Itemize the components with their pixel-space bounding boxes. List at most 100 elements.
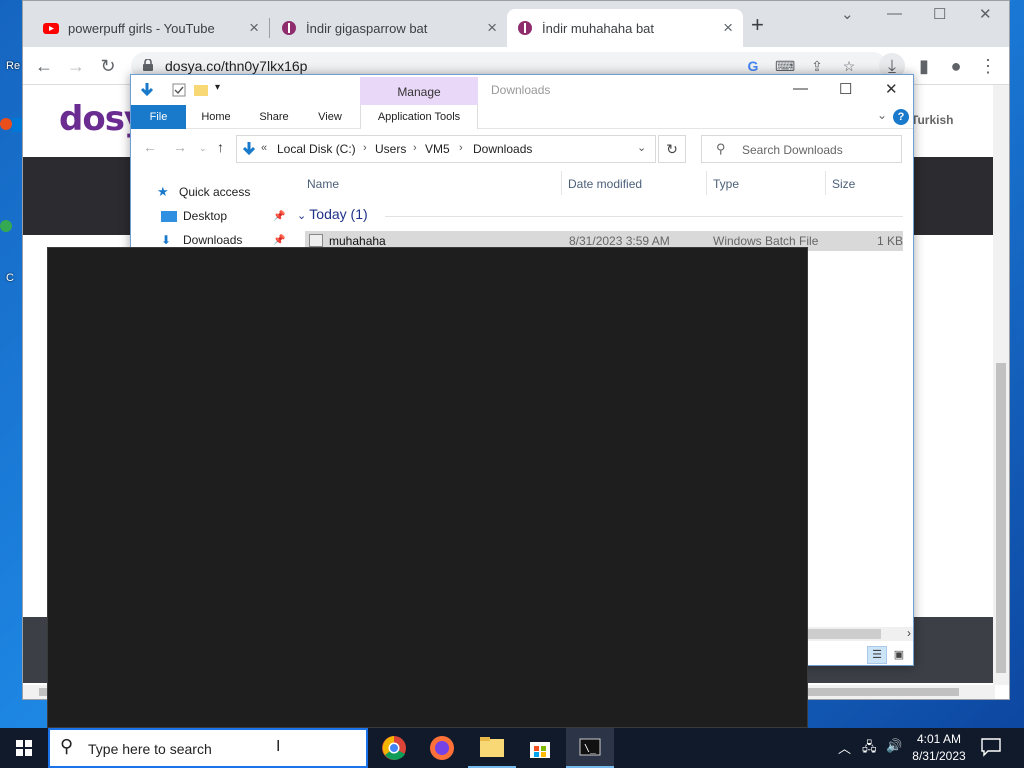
ribbon-tab-share[interactable]: Share (249, 105, 299, 129)
desktop-app-icon[interactable] (0, 110, 22, 138)
breadcrumb-overflow[interactable]: « (261, 142, 267, 154)
desktop-icon (161, 210, 177, 222)
language-selector[interactable]: Turkish (911, 113, 953, 127)
column-header-type[interactable]: Type (713, 177, 739, 191)
back-icon[interactable]: ← (143, 139, 157, 155)
minimize-icon[interactable]: — (887, 5, 902, 22)
start-button[interactable] (0, 728, 48, 768)
search-placeholder: Search Downloads (742, 143, 843, 157)
minimize-icon[interactable]: — (793, 80, 808, 97)
tab-gigasparrow[interactable]: İndir gigasparrow bat × (271, 9, 507, 47)
new-tab-button[interactable]: + (751, 14, 764, 36)
column-header-size[interactable]: Size (832, 177, 855, 191)
breadcrumb-users[interactable]: Users (375, 142, 406, 156)
lock-icon (143, 59, 153, 71)
clock-date: 8/31/2023 (912, 749, 966, 763)
new-folder-icon[interactable] (193, 82, 209, 98)
close-window-icon[interactable]: ✕ (885, 80, 898, 98)
nav-quick-access[interactable]: ★ Quick access (157, 185, 250, 200)
close-tab-icon[interactable]: × (487, 19, 497, 36)
column-separator (825, 171, 826, 195)
refresh-button[interactable]: ↻ (658, 135, 686, 163)
ribbon-tab-view[interactable]: View (305, 105, 355, 129)
breadcrumb-local-disk[interactable]: Local Disk (C:) (277, 142, 356, 156)
close-window-icon[interactable]: ✕ (979, 5, 992, 23)
forward-icon[interactable]: → (173, 139, 187, 155)
close-tab-icon[interactable]: × (249, 19, 259, 36)
download-folder-icon[interactable] (139, 82, 155, 98)
tab-strip: powerpuff girls - YouTube × İndir gigasp… (23, 1, 1009, 47)
close-tab-icon[interactable]: × (723, 19, 733, 36)
tab-search-icon[interactable]: ⌄ (841, 5, 854, 23)
profile-icon[interactable]: ● (943, 53, 969, 79)
network-icon[interactable]: 🖧 (862, 738, 877, 760)
chevron-down-icon[interactable]: ⌄ (637, 141, 646, 154)
tab-muhahaha[interactable]: İndir muhahaha bat × (507, 9, 743, 47)
manage-contextual-tab[interactable]: Manage (360, 77, 478, 105)
ribbon-tabs: File Home Share View Application Tools ⌄… (131, 105, 913, 129)
forward-icon[interactable]: → (63, 53, 89, 79)
pin-icon[interactable]: 📌 (273, 211, 285, 222)
search-icon: ⚲ (716, 141, 726, 156)
bookmark-star-icon[interactable]: ☆ (839, 56, 859, 76)
ribbon-tab-application-tools[interactable]: Application Tools (360, 105, 478, 129)
scroll-thumb[interactable] (996, 363, 1006, 673)
file-name: muhahaha (329, 234, 386, 248)
nav-downloads[interactable]: ⬇ Downloads (161, 233, 242, 247)
column-header-date[interactable]: Date modified (568, 177, 642, 191)
up-icon[interactable]: ↑ (217, 139, 224, 155)
chrome-taskbar-icon[interactable] (370, 728, 418, 768)
ribbon-tab-home[interactable]: Home (191, 105, 241, 129)
properties-icon[interactable] (171, 82, 187, 98)
column-header-name[interactable]: Name (307, 177, 339, 191)
pin-icon[interactable]: 📌 (273, 235, 285, 246)
details-view-icon[interactable]: ☰ (867, 646, 887, 664)
notification-icon[interactable] (980, 737, 1002, 757)
group-label: Today (1) (309, 206, 368, 222)
maximize-icon[interactable]: ☐ (933, 5, 946, 23)
chevron-right-icon[interactable]: › (413, 142, 417, 154)
share-icon[interactable]: ⇪ (807, 56, 827, 76)
desktop-app-icon-2[interactable] (0, 212, 22, 240)
console-taskbar-icon[interactable]: \_ (566, 728, 614, 768)
translate-icon[interactable]: ⌨ (775, 56, 795, 76)
file-explorer-taskbar-icon[interactable] (468, 728, 516, 768)
breadcrumb-downloads[interactable]: Downloads (473, 142, 532, 156)
back-icon[interactable]: ← (31, 53, 57, 79)
reload-icon[interactable]: ↻ (95, 53, 121, 79)
firefox-taskbar-icon[interactable] (418, 728, 466, 768)
system-clock[interactable]: 4:01 AM 8/31/2023 (904, 731, 974, 765)
console-window[interactable] (47, 247, 808, 728)
search-placeholder: Type here to search (88, 741, 212, 757)
tab-youtube[interactable]: powerpuff girls - YouTube × (33, 9, 269, 47)
maximize-icon[interactable]: ☐ (839, 80, 852, 98)
url-text: dosya.co/thn0y7lkx16p (165, 58, 308, 74)
group-header-today[interactable]: ⌄ Today (1) (297, 206, 368, 222)
volume-icon[interactable]: 🔊 (886, 738, 902, 754)
chevron-right-icon[interactable]: › (459, 142, 463, 154)
help-icon[interactable]: ? (893, 109, 909, 125)
download-folder-icon: ⬇ (161, 233, 172, 247)
google-icon[interactable]: G (743, 56, 763, 76)
breadcrumb-vm5[interactable]: VM5 (425, 142, 450, 156)
nav-desktop[interactable]: Desktop (161, 209, 227, 223)
ribbon-tab-file[interactable]: File (131, 105, 186, 129)
chevron-right-icon[interactable]: › (907, 626, 911, 640)
expand-ribbon-icon[interactable]: ⌄ (877, 108, 887, 122)
customize-qat-icon[interactable]: ▾ (215, 82, 231, 98)
search-box[interactable]: ⚲ Search Downloads (701, 135, 902, 163)
windows-icon (16, 740, 32, 756)
recent-locations-icon[interactable]: ⌄ (199, 143, 207, 154)
chevron-up-icon[interactable]: ︿ (838, 738, 851, 757)
menu-icon[interactable]: ⋮ (975, 53, 1001, 79)
side-panel-icon[interactable]: ▮ (911, 53, 937, 79)
download-folder-icon (242, 142, 256, 156)
chevron-right-icon[interactable]: › (363, 142, 367, 154)
store-taskbar-icon[interactable] (516, 728, 564, 768)
page-vertical-scrollbar[interactable] (993, 85, 1009, 685)
dosya-icon (518, 21, 532, 35)
explorer-titlebar: ▾ Manage Downloads — ☐ ✕ (131, 75, 913, 105)
address-breadcrumb[interactable]: « Local Disk (C:) › Users › VM5 › Downlo… (236, 135, 656, 163)
taskbar-search-input[interactable]: ⚲ Type here to search I (48, 728, 368, 768)
large-icons-view-icon[interactable]: ▣ (889, 646, 909, 664)
